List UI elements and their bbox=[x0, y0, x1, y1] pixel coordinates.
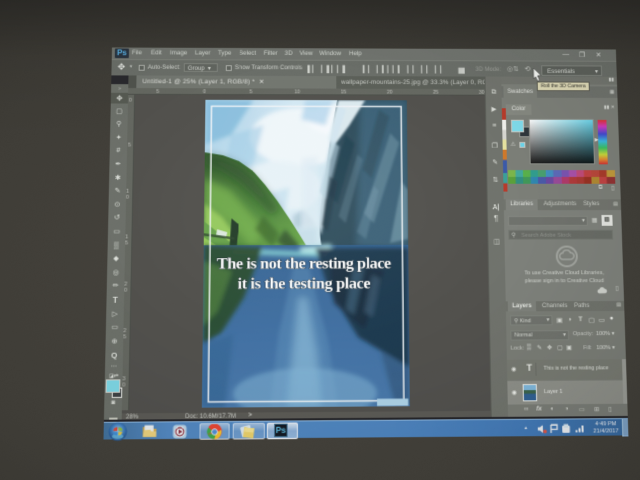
svg-text:it is the testing place: it is the testing place bbox=[237, 275, 370, 293]
svg-text:The is not the resting place: The is not the resting place bbox=[216, 255, 391, 273]
